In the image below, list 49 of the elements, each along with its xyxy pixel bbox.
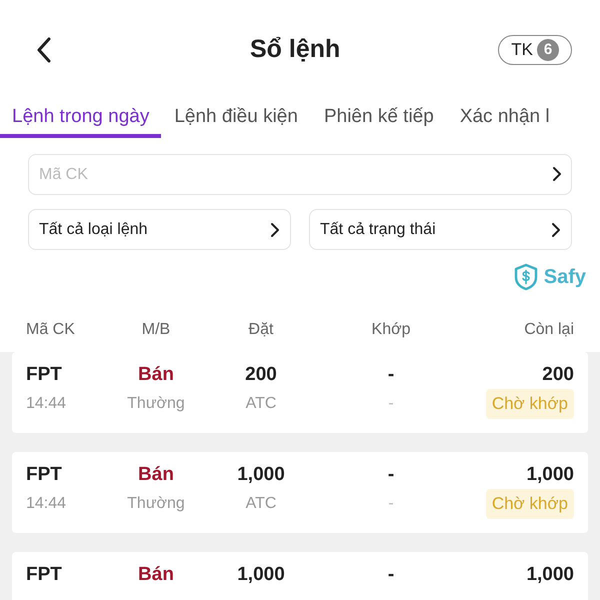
order-type-cell: Thường bbox=[127, 395, 185, 412]
column-header: Còn lại bbox=[524, 321, 574, 338]
quantity-cell: 200 bbox=[245, 364, 277, 385]
symbol-cell: FPT bbox=[26, 564, 62, 585]
status-badge: Chờ khớp bbox=[486, 489, 574, 519]
price-cell: ATC bbox=[246, 395, 276, 412]
back-icon[interactable] bbox=[36, 37, 52, 63]
chevron-right-icon bbox=[551, 222, 561, 238]
status-badge: Chờ khớp bbox=[486, 389, 574, 419]
matched-cell: - bbox=[388, 564, 394, 585]
symbol-field[interactable]: Mã CK bbox=[28, 154, 572, 195]
tab[interactable]: Xác nhận l bbox=[446, 100, 563, 138]
order-type-dropdown[interactable]: Tất cả loại lệnh bbox=[28, 209, 291, 250]
chevron-right-icon bbox=[552, 166, 562, 182]
order-card[interactable]: FPT Bán 1,000 - 1,000 bbox=[12, 552, 588, 600]
symbol-cell: FPT bbox=[26, 464, 62, 485]
account-count-badge: 6 bbox=[537, 39, 559, 61]
quantity-cell: 1,000 bbox=[237, 464, 285, 485]
chevron-right-icon bbox=[270, 222, 280, 238]
matched-price-cell: - bbox=[388, 395, 394, 412]
column-header: Đặt bbox=[248, 321, 274, 338]
price-cell: ATC bbox=[246, 495, 276, 512]
symbol-cell: FPT bbox=[26, 364, 62, 385]
remaining-cell: 1,000 bbox=[526, 464, 574, 485]
remaining-cell: 1,000 bbox=[526, 564, 574, 585]
column-header: M/B bbox=[142, 321, 170, 338]
column-header: Mã CK bbox=[26, 321, 75, 338]
remaining-cell: 200 bbox=[542, 364, 574, 385]
shield-dollar-icon bbox=[514, 263, 538, 291]
tab[interactable]: Lệnh điều kiện bbox=[161, 100, 311, 138]
matched-cell: - bbox=[388, 364, 394, 385]
page-title: Sổ lệnh bbox=[250, 34, 340, 66]
column-header: Khớp bbox=[372, 321, 410, 338]
time-cell: 14:44 bbox=[26, 395, 66, 412]
account-button[interactable]: TK 6 bbox=[498, 35, 572, 65]
tab[interactable]: Lệnh trong ngày bbox=[0, 100, 162, 138]
matched-price-cell: - bbox=[388, 495, 394, 512]
quantity-cell: 1,000 bbox=[237, 564, 285, 585]
side-cell: Bán bbox=[138, 564, 174, 585]
order-type-cell: Thường bbox=[127, 495, 185, 512]
time-cell: 14:44 bbox=[26, 495, 66, 512]
side-cell: Bán bbox=[138, 464, 174, 485]
order-card[interactable]: FPT Bán 1,000 - 1,000 14:44 Thường ATC - Chờ khớp bbox=[12, 452, 588, 533]
order-card[interactable]: FPT Bán 200 - 200 14:44 Thường ATC - Chờ khớp bbox=[12, 352, 588, 433]
tab[interactable]: Phiên kế tiếp bbox=[310, 100, 447, 138]
matched-cell: - bbox=[388, 464, 394, 485]
brand-label: Safy bbox=[544, 265, 586, 290]
status-dropdown[interactable]: Tất cả trạng thái bbox=[309, 209, 572, 250]
side-cell: Bán bbox=[138, 364, 174, 385]
